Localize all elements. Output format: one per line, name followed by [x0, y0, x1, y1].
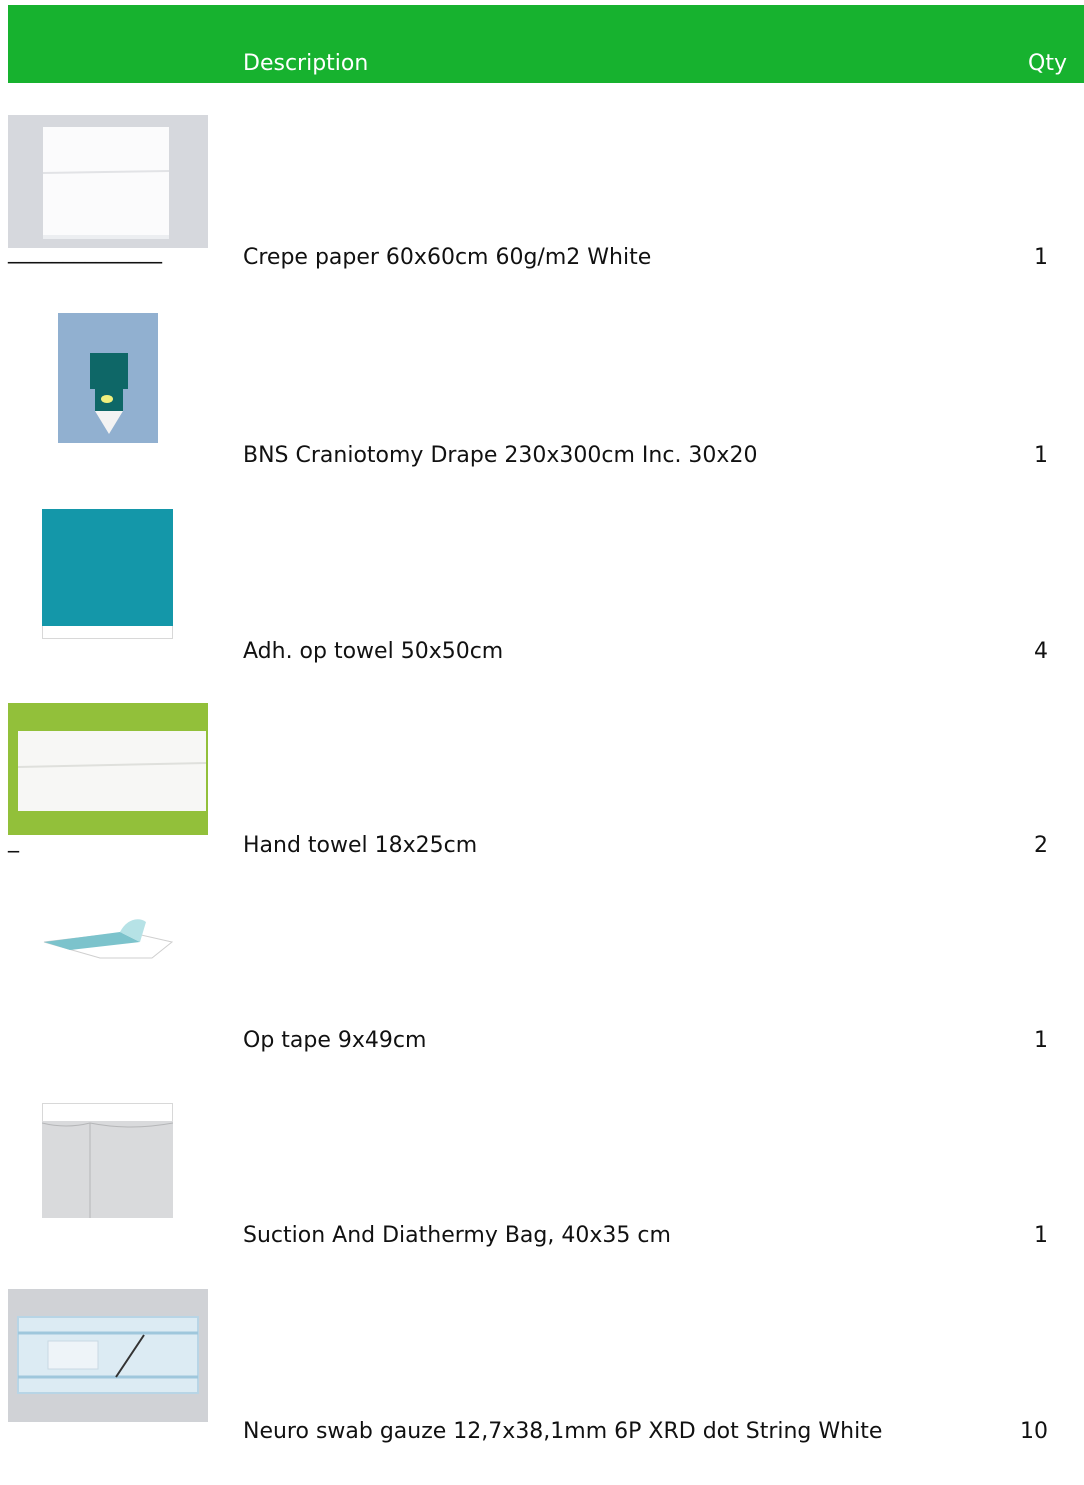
item-description: Crepe paper 60x60cm 60g/m2 White: [243, 245, 652, 270]
list-item: _ Hand towel 18x25cm 2: [0, 703, 1084, 899]
list-item: BNS Craniotomy Drape 230x300cm Inc. 30x2…: [0, 313, 1084, 509]
item-qty: 10: [1020, 1419, 1048, 1444]
header-qty: Qty: [1028, 51, 1067, 76]
list-item: Op tape 9x49cm 1: [0, 898, 1084, 1094]
item-qty: 1: [1034, 1223, 1048, 1248]
header-description: Description: [243, 51, 369, 76]
craniotomy-drape-image: [58, 313, 158, 443]
suction-bag-image: [42, 1103, 173, 1218]
item-description: Hand towel 18x25cm: [243, 833, 478, 858]
table-header: Description Qty: [8, 5, 1084, 83]
hand-towel-image: [8, 703, 208, 835]
item-description: Op tape 9x49cm: [243, 1028, 427, 1053]
item-qty: 1: [1034, 443, 1048, 468]
op-tape-image: [43, 919, 174, 959]
item-description: Neuro swab gauze 12,7x38,1mm 6P XRD dot …: [243, 1419, 883, 1444]
item-qty: 1: [1034, 1028, 1048, 1053]
item-description: Adh. op towel 50x50cm: [243, 639, 504, 664]
crepe-paper-image: [8, 115, 208, 248]
list-item: Suction And Diathermy Bag, 40x35 cm 1: [0, 1093, 1084, 1289]
item-description: Suction And Diathermy Bag, 40x35 cm: [243, 1223, 671, 1248]
item-description: BNS Craniotomy Drape 230x300cm Inc. 30x2…: [243, 443, 758, 468]
list-item: Adh. op towel 50x50cm 4: [0, 509, 1084, 705]
underline: _: [8, 828, 19, 853]
list-item: Neuro swab gauze 12,7x38,1mm 6P XRD dot …: [0, 1289, 1084, 1485]
item-qty: 1: [1034, 245, 1048, 270]
neuro-swab-image: [8, 1289, 208, 1422]
list-item: ______________ Crepe paper 60x60cm 60g/m…: [0, 115, 1084, 311]
underline: ______________: [8, 239, 162, 264]
item-qty: 2: [1034, 833, 1048, 858]
item-qty: 4: [1034, 639, 1048, 664]
op-towel-image: [42, 509, 173, 640]
